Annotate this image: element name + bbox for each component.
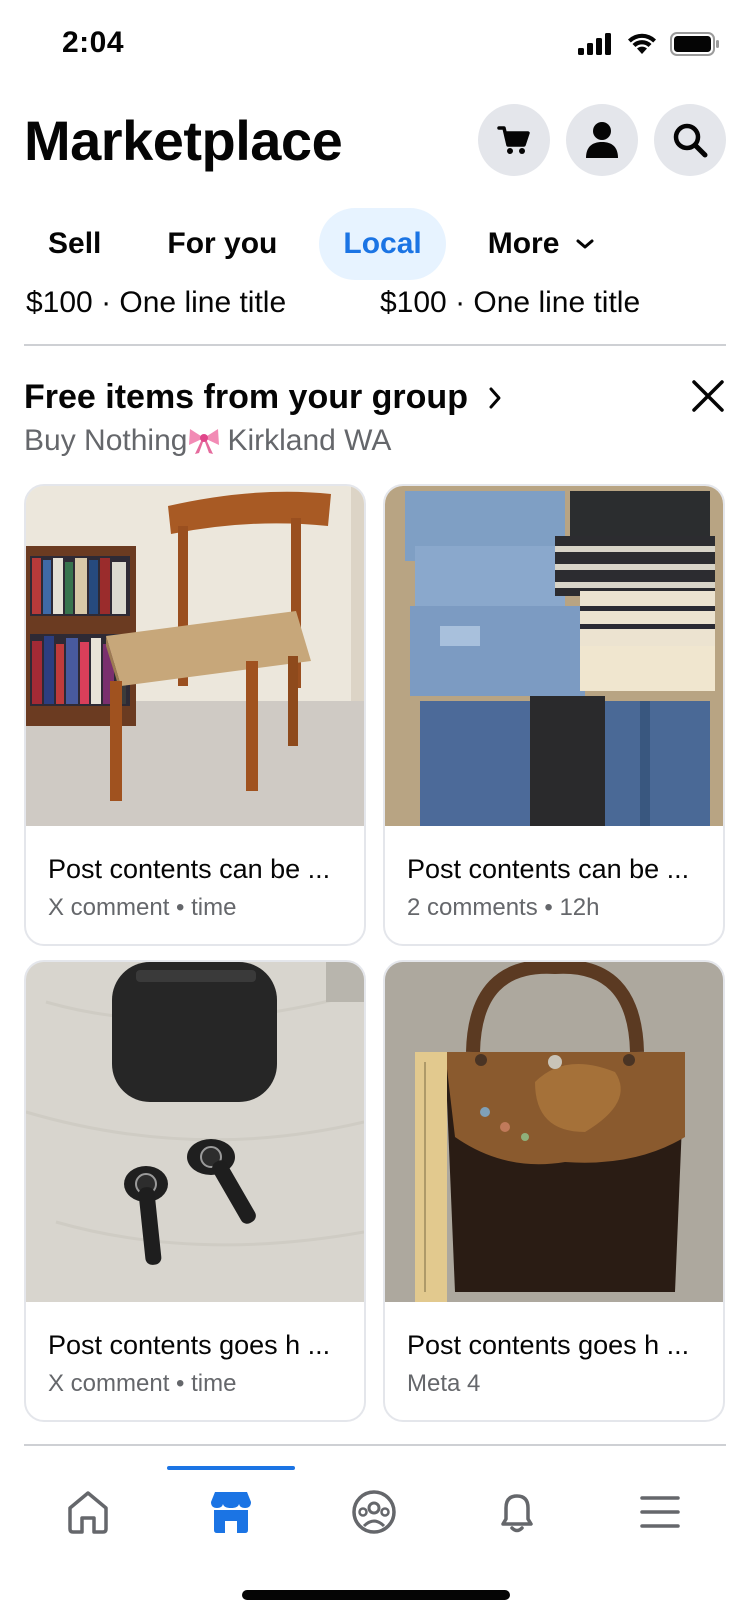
listing-card[interactable]: Post contents goes h ... X comment • tim… (24, 960, 366, 1422)
folded-clothes-photo (385, 486, 723, 826)
wooden-chair-photo (26, 486, 364, 826)
nav-notifications[interactable] (453, 1462, 581, 1562)
section-subtitle: Buy Nothing Kirkland WA (24, 424, 391, 458)
card-meta: X comment • time (48, 894, 237, 921)
listing-title[interactable]: $100 · One line title (380, 286, 640, 320)
page-title: Marketplace (24, 109, 343, 172)
leather-bag-photo (385, 962, 723, 1302)
card-title: Post contents goes h ... (407, 1330, 690, 1360)
group-name-suffix: Kirkland WA (227, 424, 392, 457)
cart-button[interactable] (478, 104, 550, 176)
nav-menu[interactable] (596, 1462, 724, 1562)
chevron-right-icon (489, 387, 501, 408)
home-indicator[interactable] (242, 1590, 510, 1600)
header: Marketplace (0, 100, 750, 180)
card-title: Post contents can be ... (48, 854, 331, 884)
section-title[interactable]: Free items from your group (24, 378, 502, 417)
shopping-cart-icon (497, 126, 530, 154)
earbuds-photo (26, 962, 364, 1302)
tab-local[interactable]: Local (319, 208, 446, 280)
nav-home[interactable] (24, 1462, 152, 1562)
card-meta: X comment • time (48, 1370, 237, 1397)
close-icon[interactable] (688, 376, 728, 416)
section-title-label: Free items from your group (24, 378, 468, 416)
status-time: 2:04 (62, 26, 125, 59)
groups-icon (352, 1490, 396, 1534)
nav-marketplace[interactable] (167, 1462, 295, 1562)
person-icon (586, 122, 618, 158)
listing-card[interactable]: Post contents goes h ... Meta 4 (383, 960, 725, 1422)
bell-icon (501, 1494, 533, 1533)
tab-sell[interactable]: Sell (24, 208, 125, 280)
tab-more[interactable]: More (464, 208, 620, 280)
search-icon (673, 123, 708, 158)
chevron-down-icon (576, 239, 594, 249)
tab-bar: Sell For you Local More (24, 208, 619, 280)
cellular-signal-icon (578, 33, 611, 55)
listing-card[interactable]: Post contents can be ... X comment • tim… (24, 484, 366, 946)
bottom-divider (24, 1444, 726, 1446)
ribbon-bow-icon (189, 429, 220, 454)
menu-icon (640, 1496, 680, 1528)
marketplace-icon (211, 1492, 251, 1533)
card-meta: Meta 4 (407, 1370, 481, 1397)
nav-groups[interactable] (310, 1462, 438, 1562)
tab-for-you[interactable]: For you (143, 208, 301, 280)
card-meta: 2 comments • 12h (407, 894, 600, 921)
listing-title[interactable]: $100 · One line title (26, 286, 286, 320)
tab-more-label: More (487, 227, 560, 260)
card-title: Post contents can be ... (407, 854, 690, 884)
home-icon (68, 1491, 108, 1534)
previous-listings-row: $100 · One line title $100 · One line ti… (24, 280, 726, 346)
profile-button[interactable] (566, 104, 638, 176)
status-bar: 2:04 (0, 0, 750, 92)
bottom-navigation (0, 1462, 750, 1562)
battery-icon (670, 32, 719, 56)
wifi-icon (628, 33, 656, 54)
search-button[interactable] (654, 104, 726, 176)
listing-card[interactable]: Post contents can be ... 2 comments • 12… (383, 484, 725, 946)
group-name-prefix: Buy Nothing (24, 424, 188, 457)
card-title: Post contents goes h ... (48, 1330, 331, 1360)
status-icons (578, 32, 720, 56)
